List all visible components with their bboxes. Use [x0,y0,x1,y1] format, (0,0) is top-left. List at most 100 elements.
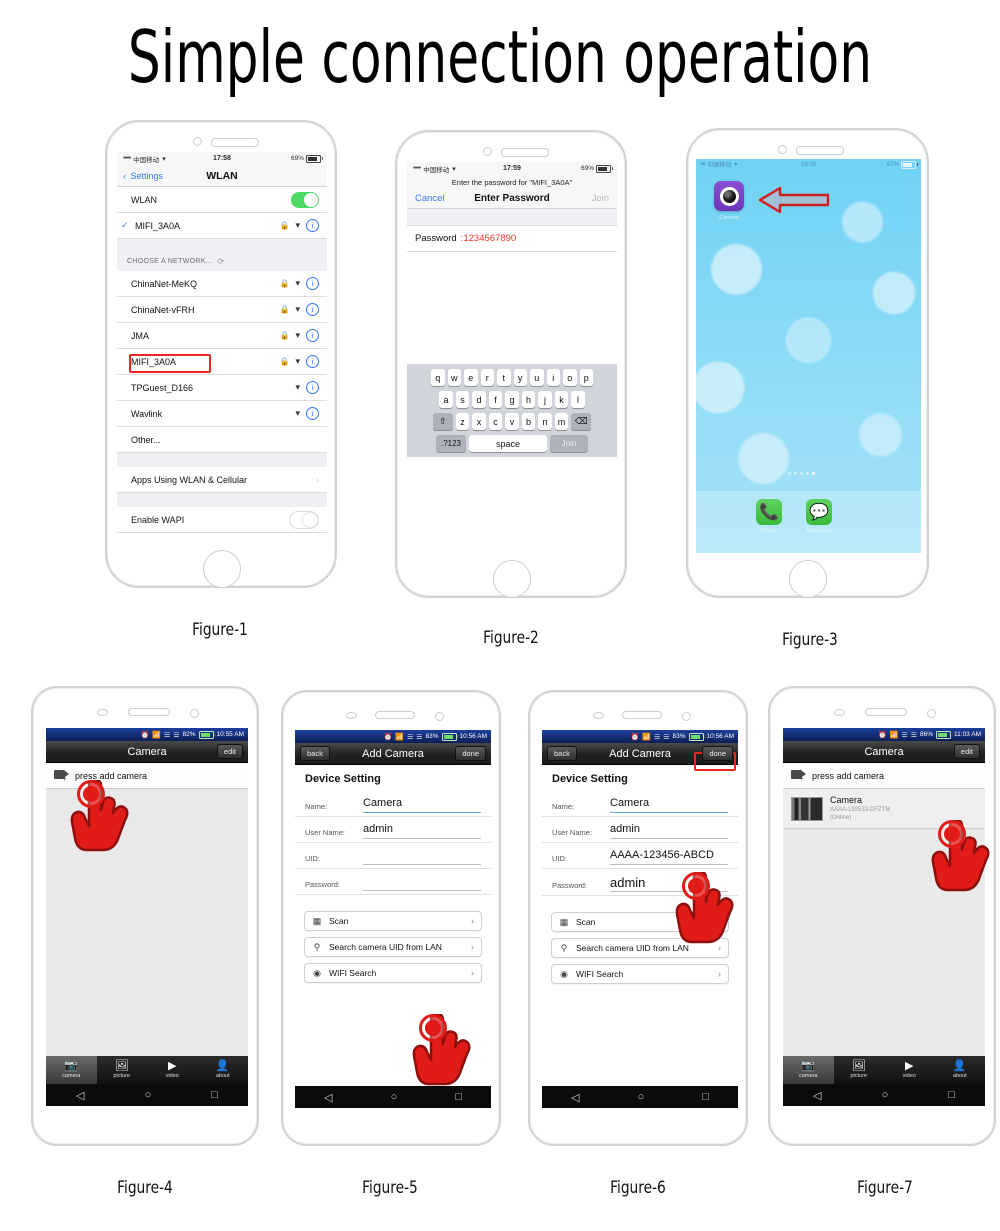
field-row-name[interactable]: Name: Camera [295,791,491,817]
network-row-2[interactable]: ChinaNet-vFRH 🔒 ▾ i [117,297,327,323]
key-w[interactable]: w [447,369,461,386]
username-input[interactable]: admin [610,823,728,839]
field-row-uid[interactable]: UID: AAAA-123456-ABCD [542,843,738,869]
tab-camera[interactable]: 📷 camera [783,1056,834,1084]
key-d[interactable]: d [472,391,486,408]
info-icon[interactable]: i [306,277,319,290]
home-nav-icon[interactable]: ○ [882,1089,889,1101]
key-n[interactable]: n [538,413,552,430]
key-h[interactable]: h [521,391,536,408]
add-camera-row[interactable]: + press add camera [783,763,985,789]
key-b[interactable]: b [521,413,536,430]
key-r[interactable]: r [480,369,494,386]
recents-nav-icon[interactable]: □ [702,1091,709,1103]
tab-picture[interactable]: 🖼 picture [97,1056,148,1084]
connected-network-row[interactable]: ✓ MIFI_3A0A 🔒 ▾ i [117,213,327,239]
wlan-toggle-row[interactable]: WLAN [117,187,327,213]
search-lan-button[interactable]: ⚲ Search camera UID from LAN › [304,937,482,957]
network-row-6[interactable]: Wavlink ▾ i [117,401,327,427]
field-row-name[interactable]: Name: Camera [542,791,738,817]
scan-button[interactable]: ▦ Scan › [304,911,482,931]
home-nav-icon[interactable]: ○ [638,1091,645,1103]
camera-app-icon[interactable] [714,181,744,211]
done-button[interactable]: done [455,746,486,761]
key-z[interactable]: z [455,413,470,430]
scan-button[interactable]: ▦ Scan › [551,912,729,932]
backspace-key-icon[interactable]: ⌫ [571,413,592,430]
key-m[interactable]: m [554,413,569,430]
password-input[interactable] [363,875,481,891]
field-row-uid[interactable]: UID: [295,843,491,869]
key-f[interactable]: f [488,391,503,408]
key-l[interactable]: l [571,391,585,408]
info-icon[interactable]: i [306,381,319,394]
message-icon[interactable]: 💬 [806,499,832,525]
key-q[interactable]: q [431,369,445,386]
back-button[interactable]: back [300,746,330,761]
recents-nav-icon[interactable]: □ [948,1089,955,1101]
done-button[interactable]: done [702,746,733,761]
key-x[interactable]: x [472,413,486,430]
key-e[interactable]: e [464,369,478,386]
info-icon[interactable]: i [306,303,319,316]
other-network-row[interactable]: Other... [117,427,327,453]
home-button[interactable] [493,560,531,598]
space-key[interactable]: space [469,435,547,452]
key-c[interactable]: c [488,413,503,430]
password-field-row[interactable]: Password :1234567890 [407,226,617,252]
tab-video[interactable]: ▶ video [884,1056,935,1084]
tab-picture[interactable]: 🖼 picture [834,1056,885,1084]
search-lan-button[interactable]: ⚲ Search camera UID from LAN › [551,938,729,958]
recents-nav-icon[interactable]: □ [455,1091,462,1103]
key-k[interactable]: k [554,391,569,408]
key-i[interactable]: i [546,369,560,386]
wifi-search-button[interactable]: ◉ WIFI Search › [551,964,729,984]
home-nav-icon[interactable]: ○ [145,1089,152,1101]
back-nav-icon[interactable]: ◁ [571,1091,579,1104]
edit-button[interactable]: edit [216,744,243,759]
network-row-1[interactable]: ChinaNet-MeKQ 🔒 ▾ i [117,271,327,297]
info-icon[interactable]: i [306,407,319,420]
wlan-toggle-switch[interactable] [291,191,319,208]
network-row-3[interactable]: JMA 🔒 ▾ i [117,323,327,349]
key-v[interactable]: v [505,413,519,430]
home-button[interactable] [789,560,827,598]
key-s[interactable]: s [455,391,470,408]
key-o[interactable]: o [563,369,577,386]
back-nav-icon[interactable]: ◁ [324,1091,332,1104]
field-row-username[interactable]: User Name: admin [542,817,738,843]
info-icon[interactable]: i [306,329,319,342]
name-input[interactable]: Camera [363,797,481,813]
uid-input[interactable] [363,849,481,865]
field-row-password[interactable]: Password: admin [542,869,738,896]
phone-icon[interactable]: 📞 [756,499,782,525]
info-icon[interactable]: i [306,219,319,232]
key-j[interactable]: j [538,391,552,408]
uid-input[interactable]: AAAA-123456-ABCD [610,849,728,865]
tab-about[interactable]: 👤 about [935,1056,986,1084]
field-row-username[interactable]: User Name: admin [295,817,491,843]
back-nav-icon[interactable]: ◁ [76,1089,84,1102]
tab-camera[interactable]: 📷 camera [46,1056,97,1084]
add-camera-row[interactable]: + press add camera [46,763,248,789]
enable-wapi-row[interactable]: Enable WAPI [117,507,327,533]
recents-nav-icon[interactable]: □ [211,1089,218,1101]
key-a[interactable]: a [439,391,453,408]
key-g[interactable]: g [505,391,519,408]
network-row-5[interactable]: TPGuest_D166 ▾ i [117,375,327,401]
home-button[interactable] [203,550,241,588]
wifi-search-button[interactable]: ◉ WIFI Search › [304,963,482,983]
key-p[interactable]: p [579,369,593,386]
username-input[interactable]: admin [363,823,481,839]
field-row-password[interactable]: Password: [295,869,491,895]
name-input[interactable]: Camera [610,797,728,813]
home-nav-icon[interactable]: ○ [391,1091,398,1103]
numbers-key[interactable]: .?123 [436,435,466,452]
tab-about[interactable]: 👤 about [198,1056,249,1084]
key-t[interactable]: t [497,369,511,386]
password-input[interactable]: admin [610,875,728,892]
tab-video[interactable]: ▶ video [147,1056,198,1084]
back-button[interactable]: back [547,746,577,761]
key-u[interactable]: u [530,369,544,386]
edit-button[interactable]: edit [953,744,980,759]
